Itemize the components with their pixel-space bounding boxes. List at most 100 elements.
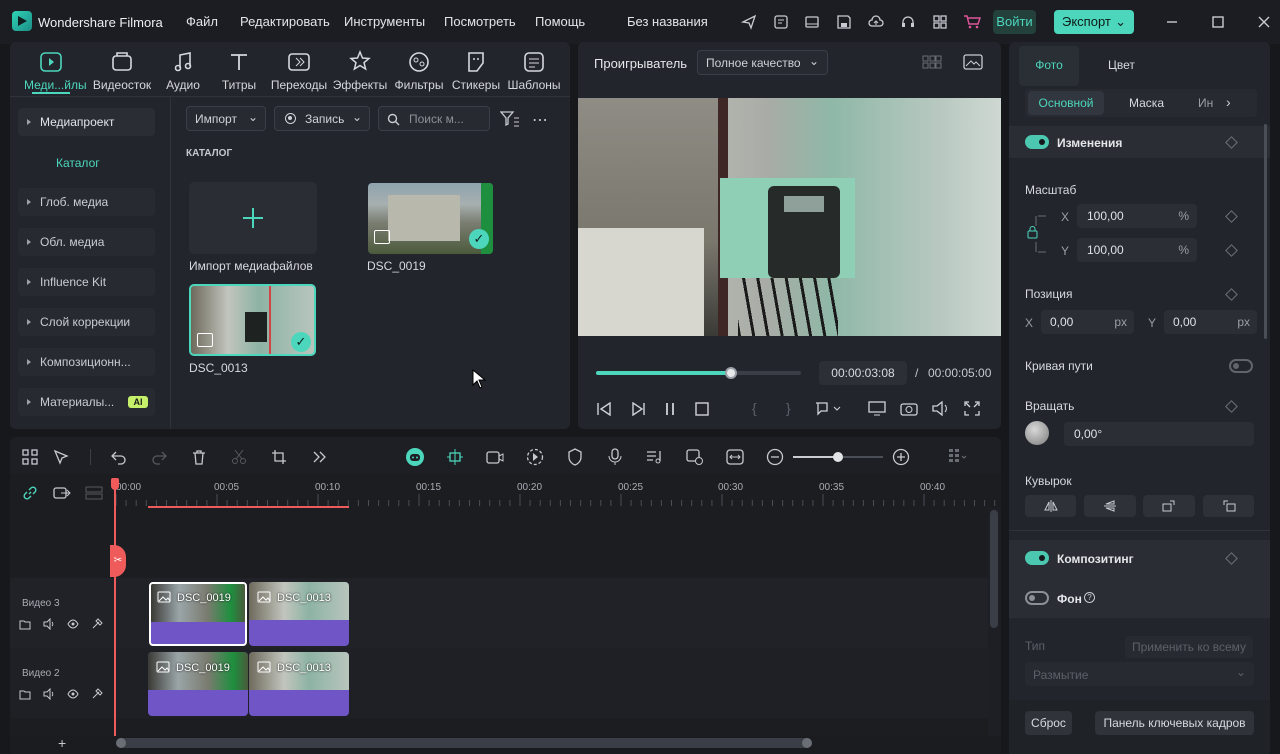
select-tool-icon[interactable] [50,446,72,468]
rotate-input[interactable]: 0,00° [1064,422,1254,446]
add-track-button[interactable]: + [58,735,66,751]
position-x-input[interactable]: 0,00 px [1041,310,1134,334]
playback-progress[interactable] [596,367,801,379]
cloud-upload-icon[interactable] [864,10,888,34]
menu-view[interactable]: Посмотреть [444,14,516,29]
export-button[interactable]: Экспорт ⌄ [1054,10,1134,34]
cart-icon[interactable] [960,10,984,34]
audio-list-icon[interactable] [644,446,666,468]
save-icon[interactable] [832,10,856,34]
tab-filters[interactable]: Фильтры [392,50,446,92]
split-icon[interactable] [228,446,250,468]
media-thumbnail[interactable]: ✓ [368,183,493,254]
mark-in-icon[interactable]: { [752,400,757,416]
timeline-horizontal-scrollbar[interactable] [116,738,812,748]
track-density-icon[interactable] [946,446,968,468]
grid-view-icon[interactable] [922,55,942,69]
sidebar-item-catalog[interactable]: Каталог [56,156,100,170]
delete-icon[interactable] [188,446,210,468]
layout-icon[interactable] [800,10,824,34]
tab-photo[interactable]: Фото [1019,46,1079,86]
path-curve-toggle[interactable] [1229,359,1253,373]
menu-file[interactable]: Файл [186,14,218,29]
filter-sort-icon[interactable] [500,110,520,128]
background-toggle[interactable] [1025,591,1049,605]
media-search-input[interactable]: Поиск м... [378,106,490,131]
audio-mute-icon[interactable] [43,618,55,630]
tab-color[interactable]: Цвет [1108,58,1135,72]
track-manage-icon[interactable] [83,482,105,504]
subtab-basic[interactable]: Основной [1028,91,1104,115]
display-icon[interactable] [868,401,886,416]
pause-icon[interactable] [663,402,677,416]
microphone-icon[interactable] [604,446,626,468]
ai-assistant-icon[interactable] [404,446,426,468]
help-icon[interactable]: ? [1084,592,1095,603]
scrollbar-handle-right[interactable] [802,738,812,748]
crop-icon[interactable] [268,446,290,468]
tab-titles[interactable]: Титры [212,50,266,92]
fullscreen-icon[interactable] [964,401,980,416]
subtab-more[interactable]: Ин [1198,96,1213,110]
step-back-icon[interactable] [596,402,612,416]
layout-grid-icon[interactable] [19,446,41,468]
zoom-out-icon[interactable] [764,446,786,468]
zoom-in-icon[interactable] [890,446,912,468]
zoom-slider-handle[interactable] [833,452,843,462]
redo-icon[interactable] [148,446,170,468]
menu-tools[interactable]: Инструменты [344,14,425,29]
playhead[interactable] [114,478,116,754]
tab-transitions[interactable]: Переходы [266,50,332,92]
tab-media[interactable]: Меди...йлы [24,50,87,92]
replace-icon[interactable] [684,446,706,468]
camera-icon[interactable] [900,401,918,416]
video-effect-icon[interactable] [484,446,506,468]
quality-dropdown[interactable]: Полное качество ⌄ [697,50,828,75]
timeline-clip[interactable]: DSC_0013 [249,652,349,716]
current-time[interactable]: 00:00:03:08 [819,361,907,385]
subtab-mask[interactable]: Маска [1129,96,1164,110]
lock-icon[interactable] [91,688,103,700]
undo-icon[interactable] [108,446,130,468]
tab-stock[interactable]: Видеосток [82,50,162,92]
sidebar-item-adjustment-layer[interactable]: Слой коррекции [18,308,155,336]
sidebar-item-compound[interactable]: Композиционн... [18,348,155,376]
speed-icon[interactable] [524,446,546,468]
grid-apps-icon[interactable] [928,10,952,34]
close-icon[interactable] [1252,10,1276,34]
folder-lock-icon[interactable] [19,688,31,700]
tab-stickers[interactable]: Стикеры [449,50,503,92]
scale-x-input[interactable]: 100,00% [1077,204,1197,228]
apply-all-button[interactable]: Применить ко всему [1125,636,1253,658]
blur-dropdown[interactable]: Размытие ⌄ [1025,662,1254,686]
playhead-handle[interactable] [111,478,119,490]
stop-icon[interactable] [695,402,709,416]
flip-horizontal-button[interactable] [1025,495,1076,517]
video-preview[interactable] [578,98,1001,336]
sidebar-item-cloud-media[interactable]: Обл. медиа [18,228,155,256]
compositing-toggle[interactable] [1025,551,1049,565]
headset-icon[interactable] [896,10,920,34]
link-icon[interactable] [19,482,41,504]
marker-icon[interactable] [814,402,844,416]
lock-ratio-icon[interactable] [1026,214,1048,254]
changes-toggle[interactable] [1025,135,1049,149]
position-y-input[interactable]: 0,00 px [1164,310,1257,334]
sidebar-item-global-media[interactable]: Глоб. медиа [18,188,155,216]
chevron-right-icon[interactable]: › [1226,94,1231,110]
record-dropdown[interactable]: Запись ⌄ [274,106,370,131]
sidebar-item-influence-kit[interactable]: Influence Kit [18,268,155,296]
reset-button[interactable]: Сброс [1025,711,1072,735]
eye-icon[interactable] [67,688,79,700]
eye-icon[interactable] [67,618,79,630]
flip-vertical-button[interactable] [1084,495,1136,517]
scale-y-input[interactable]: 100,00% [1077,238,1197,262]
lock-icon[interactable] [91,618,103,630]
tab-audio[interactable]: Аудио [156,50,210,92]
timeline-clip[interactable]: DSC_0013 [249,582,349,646]
mark-out-icon[interactable]: } [786,400,791,416]
media-thumbnail-selected[interactable]: ✓ [189,284,316,356]
play-icon[interactable] [630,402,646,416]
volume-icon[interactable] [932,401,950,416]
scrollbar-handle-left[interactable] [116,738,126,748]
